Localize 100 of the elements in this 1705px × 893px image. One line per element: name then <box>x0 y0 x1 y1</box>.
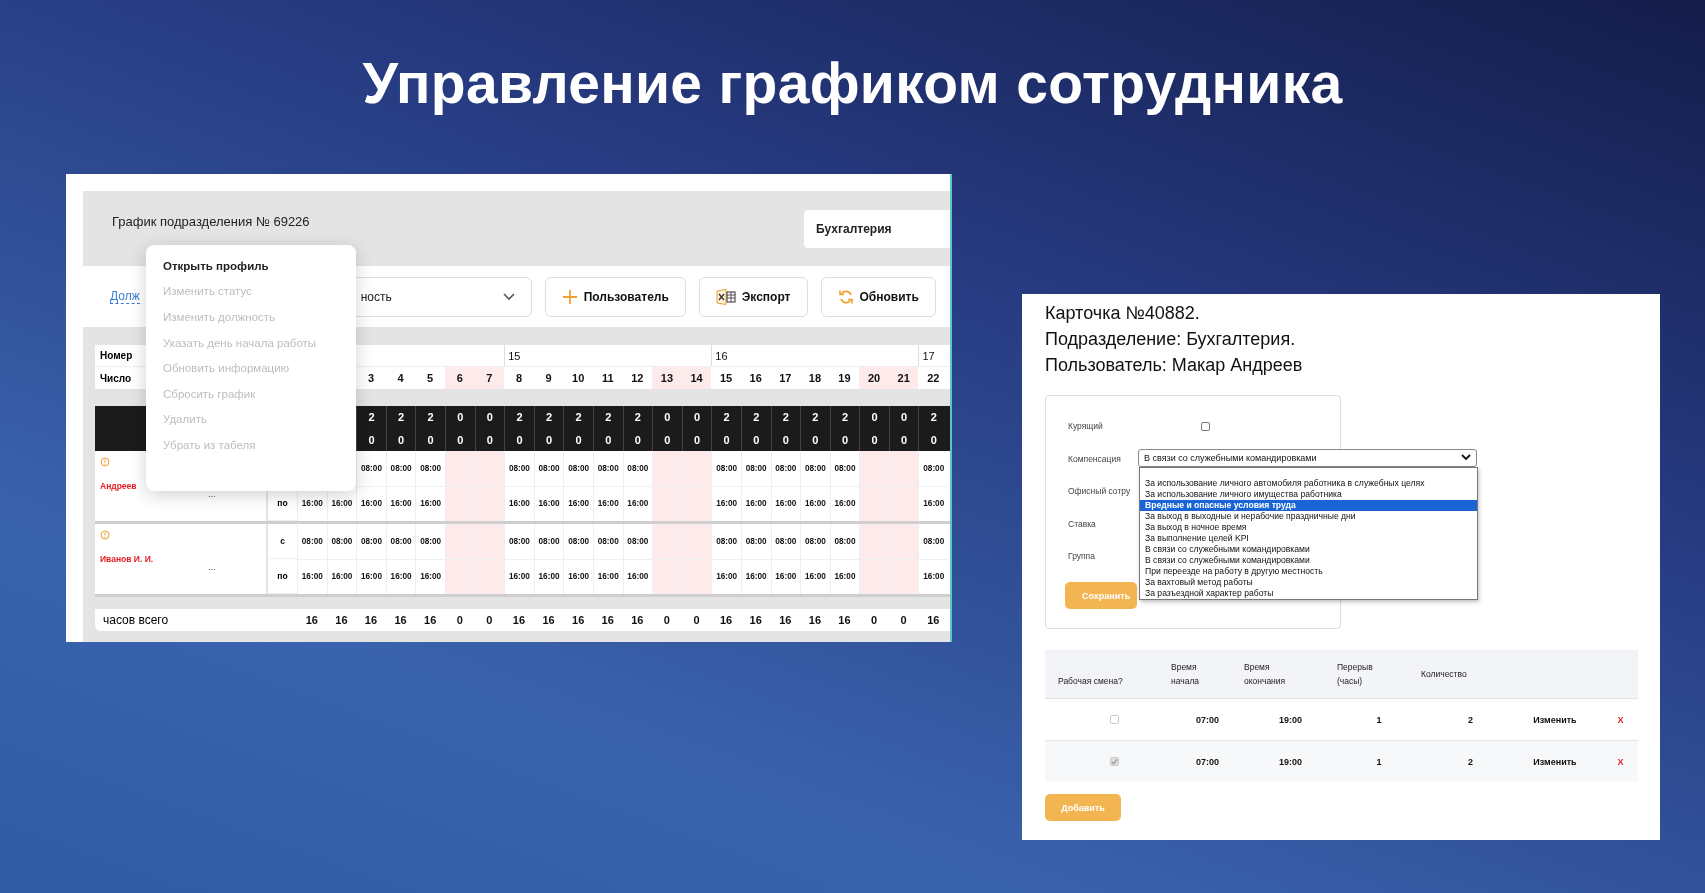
dropdown-option[interactable]: За вахтовый метод работы <box>1140 576 1477 588</box>
norm-value: 0 <box>888 406 919 429</box>
total-hours: 16 <box>304 613 319 628</box>
plus-icon <box>561 288 578 305</box>
shift-time: 08:00 <box>627 536 649 546</box>
total-hours: 0 <box>692 613 701 628</box>
edit-link[interactable]: Изменить <box>1533 756 1577 767</box>
edit-link[interactable]: Изменить <box>1533 714 1577 725</box>
norm-value: 2 <box>385 406 416 429</box>
toolbar-button[interactable]: Экспорт <box>698 276 808 317</box>
field-label: Курящий <box>1068 421 1104 431</box>
dropdown-option[interactable]: За выход в ночное время <box>1140 521 1477 533</box>
chevron-icon <box>502 292 515 301</box>
total-hours: 16 <box>630 613 645 628</box>
refresh-icon <box>837 288 854 305</box>
day-number: 15 <box>719 371 734 386</box>
department-field[interactable]: Бухгалтерия <box>804 209 950 248</box>
shift-time: 16:00 <box>597 572 619 582</box>
shift-time: 16:00 <box>568 499 590 509</box>
dropdown-option[interactable]: При переезде на работу в другую местность <box>1140 565 1477 577</box>
shift-time: 08:00 <box>834 463 856 473</box>
dropdown-option[interactable]: В связи со служебными командировками <box>1140 543 1477 555</box>
shift-time: 16:00 <box>390 499 412 509</box>
shift-time: 08:00 <box>745 536 767 546</box>
shift-time: 16:00 <box>775 499 797 509</box>
checkbox[interactable] <box>1201 422 1210 431</box>
shift-time: 16:00 <box>745 499 767 509</box>
checkbox[interactable] <box>1110 757 1119 766</box>
norm-value: 0 <box>474 406 505 429</box>
shift-time: 08:00 <box>390 536 412 546</box>
shift-time: 08:00 <box>361 463 382 473</box>
shift-time: 08:00 <box>301 536 323 546</box>
shift-time: 08:00 <box>716 463 738 473</box>
total-hours: 16 <box>541 613 556 628</box>
employee-name[interactable]: Иванов И. И. <box>100 554 154 564</box>
total-hours: 16 <box>926 613 941 628</box>
total-hours: 16 <box>748 613 763 628</box>
totals-label: часов всего <box>102 612 170 629</box>
shift-time: 16:00 <box>597 499 619 509</box>
shift-time: 16:00 <box>745 572 767 582</box>
total-hours: 16 <box>393 613 408 628</box>
table-cell-text: 2 <box>1467 714 1474 725</box>
row-label: по <box>277 571 288 581</box>
day-number: 9 <box>544 371 553 386</box>
delete-button[interactable]: X <box>1617 714 1624 725</box>
menu-item[interactable]: Открыть профиль <box>163 253 356 279</box>
shift-time: 16:00 <box>301 499 323 509</box>
shift-time: 16:00 <box>508 499 530 509</box>
dropdown-option[interactable]: За использование личного автомобиля работника в служебных целях <box>1140 477 1477 489</box>
week-number: 17 <box>922 349 935 362</box>
shift-time: 08:00 <box>508 536 530 546</box>
shift-time: 08:00 <box>923 536 945 546</box>
more-link[interactable]: ... <box>208 562 216 572</box>
day-number: 20 <box>859 367 889 389</box>
column-header: Номер <box>100 349 133 363</box>
shift-time: 16:00 <box>834 499 856 509</box>
checkbox[interactable] <box>1110 715 1119 724</box>
card-heading: Карточка №40882. <box>1045 302 1201 325</box>
total-hours: 16 <box>334 613 349 628</box>
toolbar-button[interactable]: Пользователь <box>544 276 686 317</box>
chevron-icon <box>1461 454 1471 461</box>
total-hours: 16 <box>363 613 379 628</box>
spreadsheet-icon <box>715 288 736 305</box>
shift-time: 08:00 <box>597 463 619 473</box>
table-cell-text: 1 <box>1375 714 1383 725</box>
employee-name[interactable]: Андреев <box>100 481 137 491</box>
shift-time: 08:00 <box>804 536 826 546</box>
column-header: Рабочая смена? <box>1058 675 1124 688</box>
total-hours: 16 <box>571 613 586 628</box>
shift-time: 16:00 <box>390 572 412 582</box>
shift-time: 08:00 <box>420 536 442 546</box>
shift-time: 08:00 <box>834 536 856 546</box>
total-hours: 0 <box>455 613 464 628</box>
shift-time: 08:00 <box>627 463 649 473</box>
select-field[interactable]: В связи со служебными командировками <box>1138 448 1477 467</box>
toolbar-button[interactable]: Обновить <box>820 276 936 317</box>
delete-button[interactable]: X <box>1617 756 1624 767</box>
dropdown-option[interactable]: За выполнение целей KPI <box>1140 532 1477 544</box>
norm-value: 2 <box>711 406 741 429</box>
dropdown-option[interactable]: Вредные и опасные условия труда <box>1140 499 1477 511</box>
more-link[interactable]: ... <box>208 489 216 499</box>
shift-time: 16:00 <box>538 499 560 509</box>
dropdown-option[interactable]: В связи со служебными командировками <box>1140 554 1477 566</box>
total-hours: 0 <box>870 613 879 628</box>
shift-time: 08:00 <box>331 536 353 546</box>
shift-time: 08:00 <box>420 463 442 473</box>
dropdown-option[interactable]: За выход в выходные и нерабочие праздничные дни <box>1140 510 1477 522</box>
shift-time: 16:00 <box>361 499 382 509</box>
shift-time: 08:00 <box>775 463 797 473</box>
dropdown-option[interactable]: За разъездной характер работы <box>1140 587 1477 599</box>
total-hours: 16 <box>600 613 615 628</box>
shift-time: 08:00 <box>390 463 412 473</box>
shift-time: 08:00 <box>923 463 945 473</box>
position-link[interactable]: Долж <box>110 289 140 304</box>
total-hours: 16 <box>837 613 852 628</box>
shift-time: 16:00 <box>331 499 353 509</box>
norm-value: 2 <box>415 406 445 429</box>
norm-value: 0 <box>859 406 889 429</box>
norm-value: 2 <box>563 406 593 429</box>
dropdown-option[interactable]: За использование личного имущества работника <box>1140 488 1477 500</box>
